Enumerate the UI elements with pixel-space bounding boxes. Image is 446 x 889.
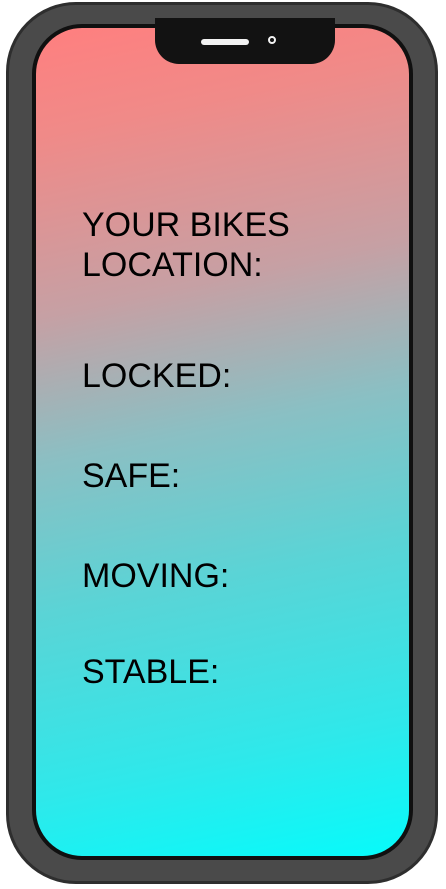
speaker-grille: [201, 39, 249, 45]
front-camera-icon: [268, 36, 276, 44]
moving-status-label: MOVING:: [82, 557, 230, 595]
stable-status-label: STABLE:: [82, 653, 220, 691]
locked-status-label: LOCKED:: [82, 357, 232, 395]
safe-status-label: SAFE:: [82, 457, 181, 495]
phone-notch: [155, 18, 335, 64]
bike-location-label: YOUR BIKES LOCATION:: [82, 206, 290, 284]
phone-screen: [32, 24, 413, 860]
